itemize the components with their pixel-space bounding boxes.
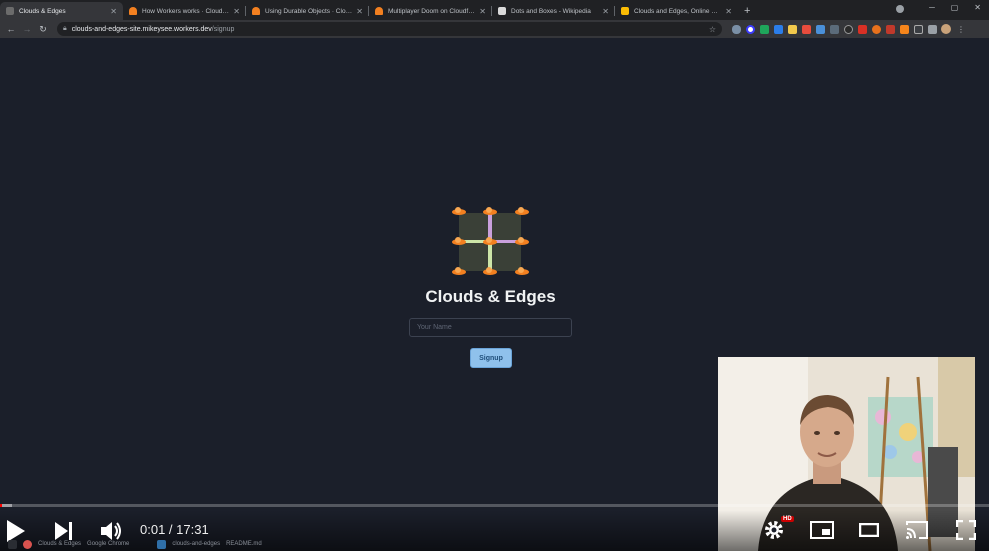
tab-durable-objects[interactable]: Using Durable Objects · Cloudflare ✕ [246, 2, 369, 20]
time-display: 0:01 / 17:31 [140, 522, 209, 537]
tab-online-whiteboard[interactable]: Clouds and Edges, Online White ✕ [615, 2, 738, 20]
tab-dots-and-boxes[interactable]: Dots and Boxes - Wikipedia ✕ [492, 2, 615, 20]
signup-button[interactable]: Signup [470, 348, 512, 368]
address-bar[interactable]: 🔒︎ clouds-and-edges-site.mikeysee.worker… [57, 22, 722, 36]
extensions-row [732, 24, 937, 34]
start-grid-icon[interactable] [8, 539, 17, 549]
taskbar-item-label[interactable]: Clouds & Edges [38, 541, 81, 547]
extension-chart-icon[interactable] [830, 24, 839, 34]
whiteboard-favicon-icon [621, 7, 629, 15]
extension-circle-icon[interactable] [746, 24, 755, 34]
name-input[interactable] [409, 318, 572, 337]
extension-image-icon[interactable] [788, 24, 797, 34]
extension-target-icon[interactable] [844, 24, 853, 34]
extension-minus-icon[interactable] [858, 24, 867, 34]
close-tab-icon[interactable]: ✕ [479, 7, 486, 16]
browser-toolbar: ← → ↻ 🔒︎ clouds-and-edges-site.mikeysee.… [0, 20, 989, 38]
close-tab-icon[interactable]: ✕ [602, 7, 609, 16]
clouds-grid-logo-icon [452, 207, 529, 275]
cloudflare-favicon-icon [375, 7, 383, 15]
browser-menu-icon[interactable]: ⋮ [957, 25, 965, 34]
hd-badge: HD [781, 516, 794, 522]
browser-tab-strip: Clouds & Edges ✕ How Workers works · Clo… [0, 0, 989, 20]
forward-arrow-icon[interactable]: → [19, 24, 35, 34]
extension-p-icon[interactable] [886, 24, 895, 34]
profile-avatar[interactable] [941, 24, 951, 34]
taskbar-item-label[interactable]: Google Chrome [87, 541, 129, 547]
taskbar-item-label[interactable]: clouds-and-edges [172, 541, 220, 547]
minimize-icon[interactable]: ─ [929, 3, 935, 12]
screen: Clouds & Edges ✕ How Workers works · Clo… [0, 0, 989, 551]
close-tab-icon[interactable]: ✕ [725, 7, 732, 16]
extension-fox-icon[interactable] [900, 24, 909, 34]
tab-title: Using Durable Objects · Cloudflare [265, 7, 353, 15]
tab-title: Dots and Boxes - Wikipedia [511, 7, 591, 15]
progress-played [0, 504, 2, 507]
tab-title: How Workers works · Cloudflare [142, 7, 230, 15]
tab-clouds-edges[interactable]: Clouds & Edges ✕ [0, 2, 123, 20]
os-taskbar: Clouds & Edges Google Chrome clouds-and-… [0, 537, 720, 551]
tab-title: Clouds and Edges, Online White [634, 7, 722, 15]
url-path: /signup [211, 25, 235, 33]
settings-gear-icon[interactable] [764, 520, 784, 540]
extension-grid-icon[interactable] [816, 24, 825, 34]
fullscreen-icon[interactable] [956, 520, 976, 540]
close-window-icon[interactable]: ✕ [974, 3, 981, 12]
reload-icon[interactable]: ↻ [35, 24, 51, 35]
video-progress-bar[interactable] [0, 504, 989, 507]
chrome-icon[interactable] [23, 539, 32, 549]
window-controls: ─ ▢ ✕ [929, 3, 981, 12]
extension-flag-icon[interactable] [774, 24, 783, 34]
cloudflare-favicon-icon [252, 7, 260, 15]
vscode-icon[interactable] [157, 539, 167, 549]
grid-favicon-icon [6, 7, 14, 15]
extension-orange-icon[interactable] [872, 24, 881, 34]
cloudflare-favicon-icon [129, 7, 137, 15]
tab-title: Clouds & Edges [19, 7, 66, 15]
miniplayer-icon[interactable] [810, 521, 834, 539]
lock-icon: 🔒︎ [63, 25, 67, 32]
bookmark-star-icon[interactable]: ☆ [709, 25, 716, 34]
wikipedia-favicon-icon [498, 7, 506, 15]
extensions-puzzle-icon[interactable] [928, 24, 937, 34]
close-tab-icon[interactable]: ✕ [356, 7, 363, 16]
url-host: clouds-and-edges-site.mikeysee.workers.d… [71, 25, 212, 33]
theater-mode-icon[interactable] [859, 523, 879, 537]
extension-red-icon[interactable] [802, 24, 811, 34]
tab-title: Multiplayer Doom on Cloudflare [388, 7, 476, 15]
close-tab-icon[interactable]: ✕ [233, 7, 240, 16]
page-title: Clouds & Edges [425, 287, 556, 306]
back-arrow-icon[interactable]: ← [3, 24, 19, 34]
close-tab-icon[interactable]: ✕ [110, 7, 117, 16]
taskbar-item-label[interactable]: README.md [226, 541, 262, 547]
tab-multiplayer-doom[interactable]: Multiplayer Doom on Cloudflare ✕ [369, 2, 492, 20]
cast-icon[interactable] [905, 520, 929, 540]
tab-how-workers-works[interactable]: How Workers works · Cloudflare ✕ [123, 2, 246, 20]
new-tab-button[interactable]: + [738, 2, 756, 20]
maximize-icon[interactable]: ▢ [951, 3, 959, 12]
extension-shield-outline-icon[interactable] [914, 24, 923, 34]
extension-cloud-icon[interactable] [732, 24, 741, 34]
extension-shield-icon[interactable] [760, 24, 769, 34]
tab-search-icon[interactable] [896, 5, 904, 13]
